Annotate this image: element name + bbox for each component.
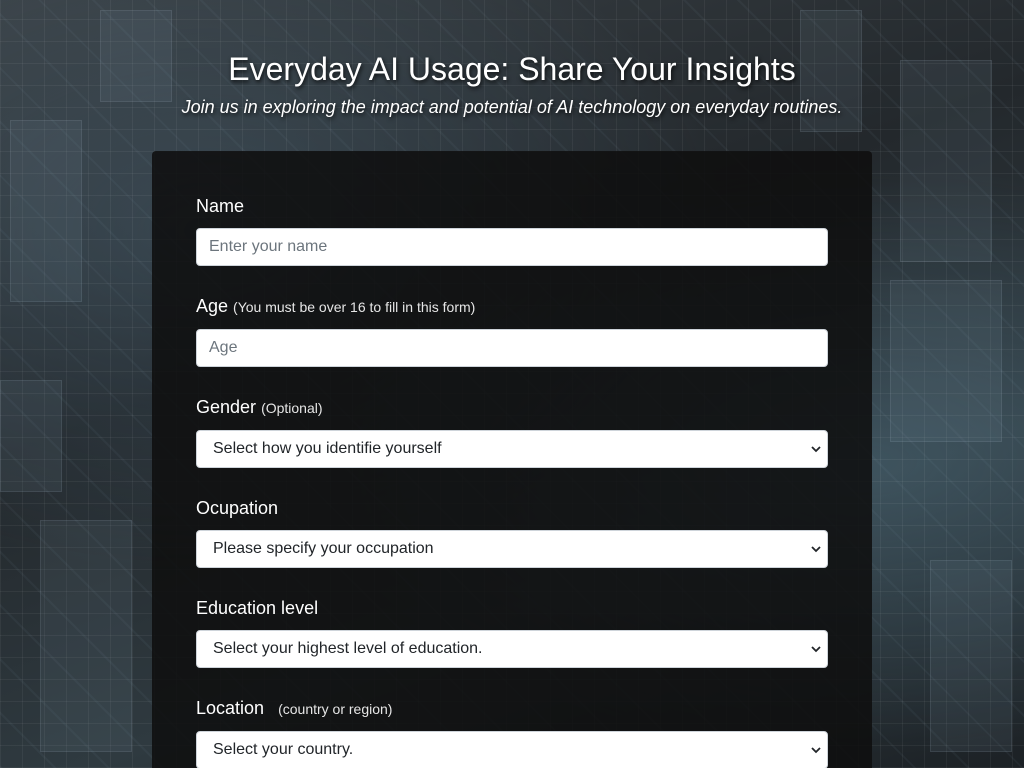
gender-label: Gender (Optional): [196, 396, 828, 419]
age-input[interactable]: [196, 329, 828, 367]
occupation-select[interactable]: Please specify your occupation: [196, 530, 828, 568]
education-label: Education level: [196, 597, 828, 619]
gender-select-value: Select how you identifie yourself: [213, 440, 442, 457]
occupation-label-text: Ocupation: [196, 498, 279, 518]
occupation-label: Ocupation: [196, 497, 828, 519]
location-select[interactable]: Select your country.: [196, 731, 828, 768]
chevron-down-icon: [809, 732, 823, 768]
gender-label-text: Gender: [196, 397, 257, 417]
age-label-text: Age: [196, 296, 229, 316]
age-hint: (You must be over 16 to fill in this for…: [233, 299, 476, 315]
age-field-group: Age (You must be over 16 to fill in this…: [196, 295, 828, 367]
gender-hint: (Optional): [261, 400, 323, 416]
chevron-down-icon: [809, 631, 823, 667]
education-field-group: Education level Select your highest leve…: [196, 597, 828, 668]
occupation-select-value: Please specify your occupation: [213, 540, 434, 557]
gender-select[interactable]: Select how you identifie yourself: [196, 430, 828, 468]
education-select-value: Select your highest level of education.: [213, 640, 483, 657]
location-label-text: Location: [196, 698, 265, 718]
name-label-text: Name: [196, 196, 245, 216]
page-subtitle: Join us in exploring the impact and pote…: [181, 97, 843, 117]
name-field-group: Name: [196, 195, 828, 266]
page-header: Everyday AI Usage: Share Your Insights J…: [0, 0, 1024, 118]
gender-field-group: Gender (Optional) Select how you identif…: [196, 396, 828, 468]
location-hint: (country or region): [278, 701, 393, 717]
name-input[interactable]: [196, 228, 828, 266]
location-field-group: Location (country or region) Select your…: [196, 697, 828, 768]
occupation-field-group: Ocupation Please specify your occupation: [196, 497, 828, 568]
education-label-text: Education level: [196, 598, 319, 618]
page-title: Everyday AI Usage: Share Your Insights: [228, 51, 796, 87]
location-label: Location (country or region): [196, 697, 828, 720]
age-label: Age (You must be over 16 to fill in this…: [196, 295, 828, 318]
location-select-value: Select your country.: [213, 741, 354, 758]
survey-form: Name Age (You must be over 16 to fill in…: [152, 151, 872, 768]
name-label: Name: [196, 195, 828, 217]
education-select[interactable]: Select your highest level of education.: [196, 630, 828, 668]
chevron-down-icon: [809, 531, 823, 567]
chevron-down-icon: [809, 431, 823, 467]
